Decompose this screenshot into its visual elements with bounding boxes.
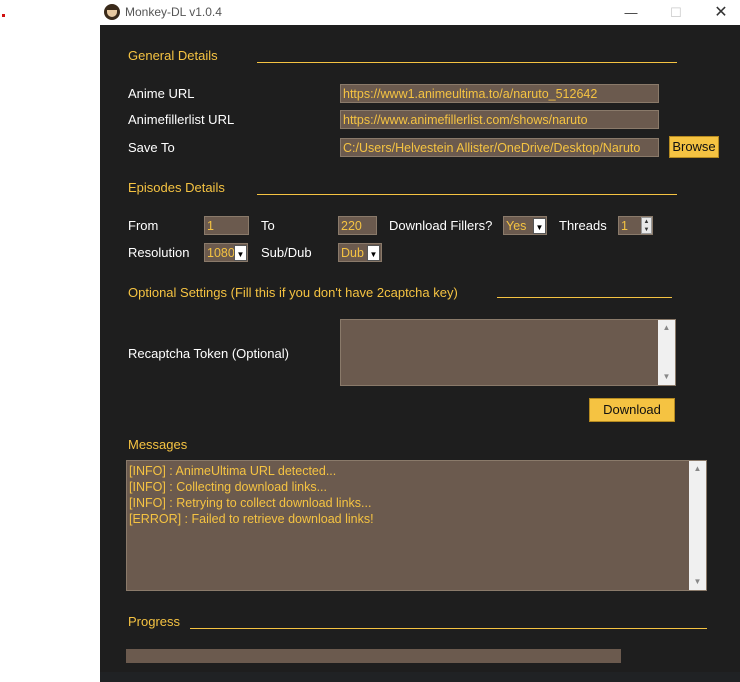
message-line: [ERROR] : Failed to retrieve download li… <box>129 512 374 526</box>
monkey-app-icon <box>104 4 120 20</box>
recaptcha-textarea[interactable]: ▲ ▼ <box>340 319 676 386</box>
scroll-up-icon[interactable]: ▲ <box>658 320 675 336</box>
general-details-heading: General Details <box>128 48 218 63</box>
message-line: [INFO] : Retrying to collect download li… <box>129 496 372 510</box>
filler-url-label: Animefillerlist URL <box>128 112 235 127</box>
threads-spinner[interactable]: ▲ ▼ <box>641 217 652 234</box>
title-bar[interactable]: Monkey-DL v1.0.4 — ☐ ✕ <box>100 0 740 25</box>
to-input[interactable]: 220 <box>338 216 377 235</box>
filler-url-input[interactable]: https://www.animefillerlist.com/shows/na… <box>340 110 659 129</box>
spin-down-icon[interactable]: ▼ <box>642 226 651 234</box>
chevron-down-icon[interactable]: ▼ <box>533 218 546 234</box>
message-line: [INFO] : AnimeUltima URL detected... <box>129 464 337 478</box>
optional-settings-rule <box>497 297 672 298</box>
recaptcha-scrollbar[interactable]: ▲ ▼ <box>658 320 675 385</box>
general-details-rule <box>257 62 677 63</box>
close-button[interactable]: ✕ <box>698 0 740 25</box>
to-label: To <box>261 218 275 233</box>
messages-scrollbar[interactable]: ▲ ▼ <box>689 461 706 590</box>
sub-dub-label: Sub/Dub <box>261 245 312 260</box>
scroll-down-icon[interactable]: ▼ <box>689 574 706 590</box>
from-label: From <box>128 218 159 233</box>
desktop-red-dot <box>2 14 5 17</box>
taskbar-strip <box>100 672 740 682</box>
scroll-up-icon[interactable]: ▲ <box>689 461 706 477</box>
browse-button[interactable]: Browse <box>669 136 719 158</box>
spin-up-icon[interactable]: ▲ <box>642 218 651 226</box>
episodes-details-heading: Episodes Details <box>128 180 225 195</box>
app-window: Monkey-DL v1.0.4 — ☐ ✕ General Details A… <box>100 0 740 682</box>
save-to-input[interactable]: C:/Users/Helvestein Allister/OneDrive/De… <box>340 138 659 157</box>
anime-url-input[interactable]: https://www1.animeultima.to/a/naruto_512… <box>340 84 659 103</box>
recaptcha-label: Recaptcha Token (Optional) <box>128 346 289 361</box>
episodes-details-rule <box>257 194 677 195</box>
chevron-down-icon[interactable]: ▼ <box>367 245 380 261</box>
from-input[interactable]: 1 <box>204 216 249 235</box>
resolution-label: Resolution <box>128 245 190 260</box>
threads-label: Threads <box>559 218 607 233</box>
chevron-down-icon[interactable]: ▼ <box>234 245 247 261</box>
messages-lines: [INFO] : AnimeUltima URL detected... [IN… <box>129 463 374 527</box>
anime-url-label: Anime URL <box>128 86 195 101</box>
messages-log[interactable]: [INFO] : AnimeUltima URL detected... [IN… <box>126 460 707 591</box>
messages-heading: Messages <box>128 437 188 452</box>
progress-heading: Progress <box>128 614 181 629</box>
message-line: [INFO] : Collecting download links... <box>129 480 327 494</box>
progress-rule <box>190 628 707 629</box>
download-fillers-label: Download Fillers? <box>389 218 493 233</box>
window-title: Monkey-DL v1.0.4 <box>125 5 222 19</box>
save-to-label: Save To <box>128 140 175 155</box>
scroll-down-icon[interactable]: ▼ <box>658 369 675 385</box>
optional-settings-heading: Optional Settings (Fill this if you don'… <box>128 285 458 300</box>
download-button[interactable]: Download <box>589 398 675 422</box>
maximize-button[interactable]: ☐ <box>653 0 699 25</box>
minimize-button[interactable]: — <box>608 0 654 25</box>
progress-bar <box>126 649 621 663</box>
